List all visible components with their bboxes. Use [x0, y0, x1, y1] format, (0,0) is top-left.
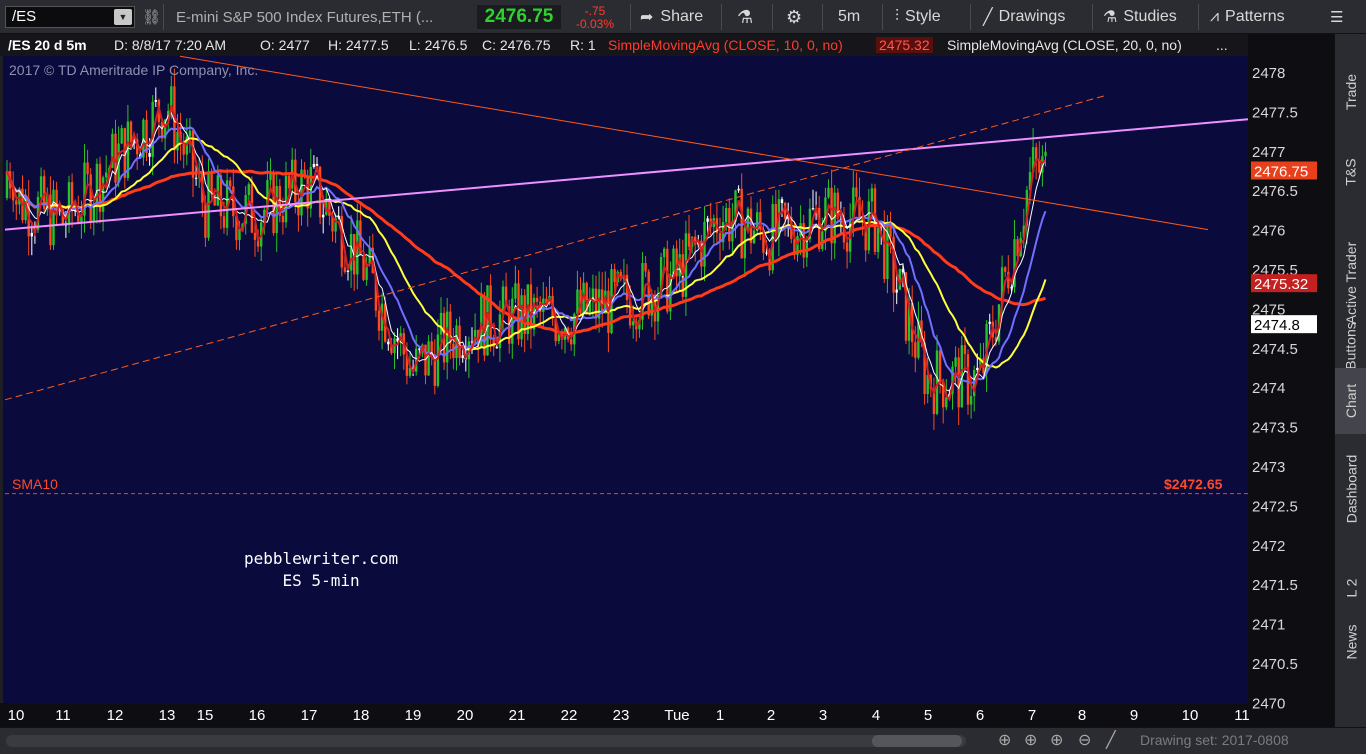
symbol-input[interactable]: /ES ▼: [5, 6, 135, 28]
pencil-icon: ╱: [983, 9, 993, 26]
side-tab-label: Buttons: [1343, 322, 1360, 370]
change-percent: -0.03%: [575, 17, 615, 31]
drawings-label: Drawings: [998, 8, 1066, 25]
scrollbar-thumb[interactable]: [872, 735, 962, 747]
more-studies[interactable]: ...: [1216, 37, 1228, 53]
sma10-label[interactable]: SimpleMovingAvg (CLOSE, 10, 0, no): [608, 37, 843, 53]
symbol-description: E-mini S&P 500 Index Futures,ETH (...: [176, 8, 434, 26]
y-axis[interactable]: [1248, 34, 1334, 727]
interval-button[interactable]: 5m: [838, 0, 860, 34]
patterns-button[interactable]: ⩘ Patterns: [1210, 0, 1285, 34]
price-change: -.75 -0.03%: [566, 3, 624, 31]
horizontal-scrollbar[interactable]: [6, 735, 966, 747]
copyright-text: 2017 © TD Ameritrade IP Company, Inc.: [9, 62, 259, 78]
bar-open: O: 2477: [260, 37, 310, 53]
gear-icon[interactable]: ⚙: [786, 0, 802, 34]
side-tab-label: News: [1343, 624, 1360, 660]
chart-settings-icon[interactable]: ☰: [1330, 0, 1343, 34]
studies-label: Studies: [1123, 8, 1177, 25]
side-tab-t-s[interactable]: T&S: [1335, 132, 1366, 212]
side-tab-news[interactable]: News: [1335, 588, 1366, 696]
symbol-period: /ES 20 d 5m: [8, 37, 87, 53]
x-axis[interactable]: [0, 703, 1250, 727]
watermark-line2: ES 5-min: [282, 571, 360, 590]
drawing-tool-icon[interactable]: ╱: [1106, 730, 1116, 750]
flask-icon[interactable]: ⚗: [737, 0, 753, 34]
watermark-line1: pebblewriter.com: [244, 549, 399, 568]
bottom-bar: ⊕ ⊕ ⊕ ⊖ ╱ Drawing set: 2017-0808: [0, 727, 1366, 754]
sma-level-value: $2472.65: [1164, 476, 1223, 492]
side-tab-label: Trade: [1343, 73, 1359, 111]
crosshair-icon[interactable]: ⊕: [998, 730, 1011, 750]
sma-level-label: SMA10: [12, 476, 58, 492]
symbol-value: /ES: [12, 8, 37, 25]
zoom-out-icon[interactable]: ⊖: [1078, 730, 1091, 750]
patterns-icon: ⩘: [1210, 8, 1220, 25]
bar-date: D: 8/8/17 7:20 AM: [114, 37, 227, 53]
interval-label: 5m: [838, 8, 861, 25]
share-label: Share: [660, 8, 704, 25]
side-tab-dashboard[interactable]: Dashboard: [1335, 434, 1366, 544]
pan-icon[interactable]: ⊕: [1024, 730, 1037, 750]
sma10-value: 2475.32: [876, 37, 933, 53]
side-tab-label: Chart: [1343, 383, 1360, 419]
drawings-button[interactable]: ╱ Drawings: [983, 0, 1065, 34]
watermark: pebblewriter.com ES 5-min: [244, 548, 398, 592]
link-icon[interactable]: ⛓: [142, 0, 161, 34]
share-icon: ➦: [640, 9, 654, 26]
side-tab-chart[interactable]: Chart: [1335, 368, 1366, 434]
studies-button[interactable]: ⚗ Studies: [1103, 0, 1177, 34]
share-button[interactable]: ➦ Share: [640, 0, 703, 34]
style-button[interactable]: ⫶ Style: [895, 0, 941, 34]
side-tabs: Trade T&S Active Trader Buttons Chart Dashboa…: [1334, 34, 1366, 727]
symbol-dropdown-icon[interactable]: ▼: [114, 9, 132, 25]
bar-close: C: 2476.75: [482, 37, 551, 53]
sma20-label[interactable]: SimpleMovingAvg (CLOSE, 20, 0, no): [947, 37, 1182, 53]
studies-icon: ⚗: [1103, 9, 1118, 26]
bar-low: L: 2476.5: [409, 37, 468, 53]
side-tab-label: Dashboard: [1343, 454, 1359, 524]
top-toolbar: /ES ▼ ⛓ E-mini S&P 500 Index Futures,ETH…: [0, 0, 1366, 34]
chart-info-bar: /ES 20 d 5m D: 8/8/17 7:20 AM O: 2477 H:…: [0, 34, 1250, 56]
chart-plot-area[interactable]: [3, 56, 1248, 703]
zoom-in-icon[interactable]: ⊕: [1050, 730, 1063, 750]
side-tab-label: T&S: [1342, 158, 1359, 186]
style-label: Style: [905, 8, 941, 25]
last-price: 2476.75: [477, 5, 561, 29]
side-tab-trade[interactable]: Trade: [1335, 52, 1366, 132]
candles-icon: ⫶: [895, 8, 900, 25]
drawing-set-label: Drawing set: 2017-0808: [1140, 732, 1289, 748]
bar-range: R: 1: [570, 37, 596, 53]
patterns-label: Patterns: [1225, 8, 1285, 25]
bar-high: H: 2477.5: [328, 37, 389, 53]
